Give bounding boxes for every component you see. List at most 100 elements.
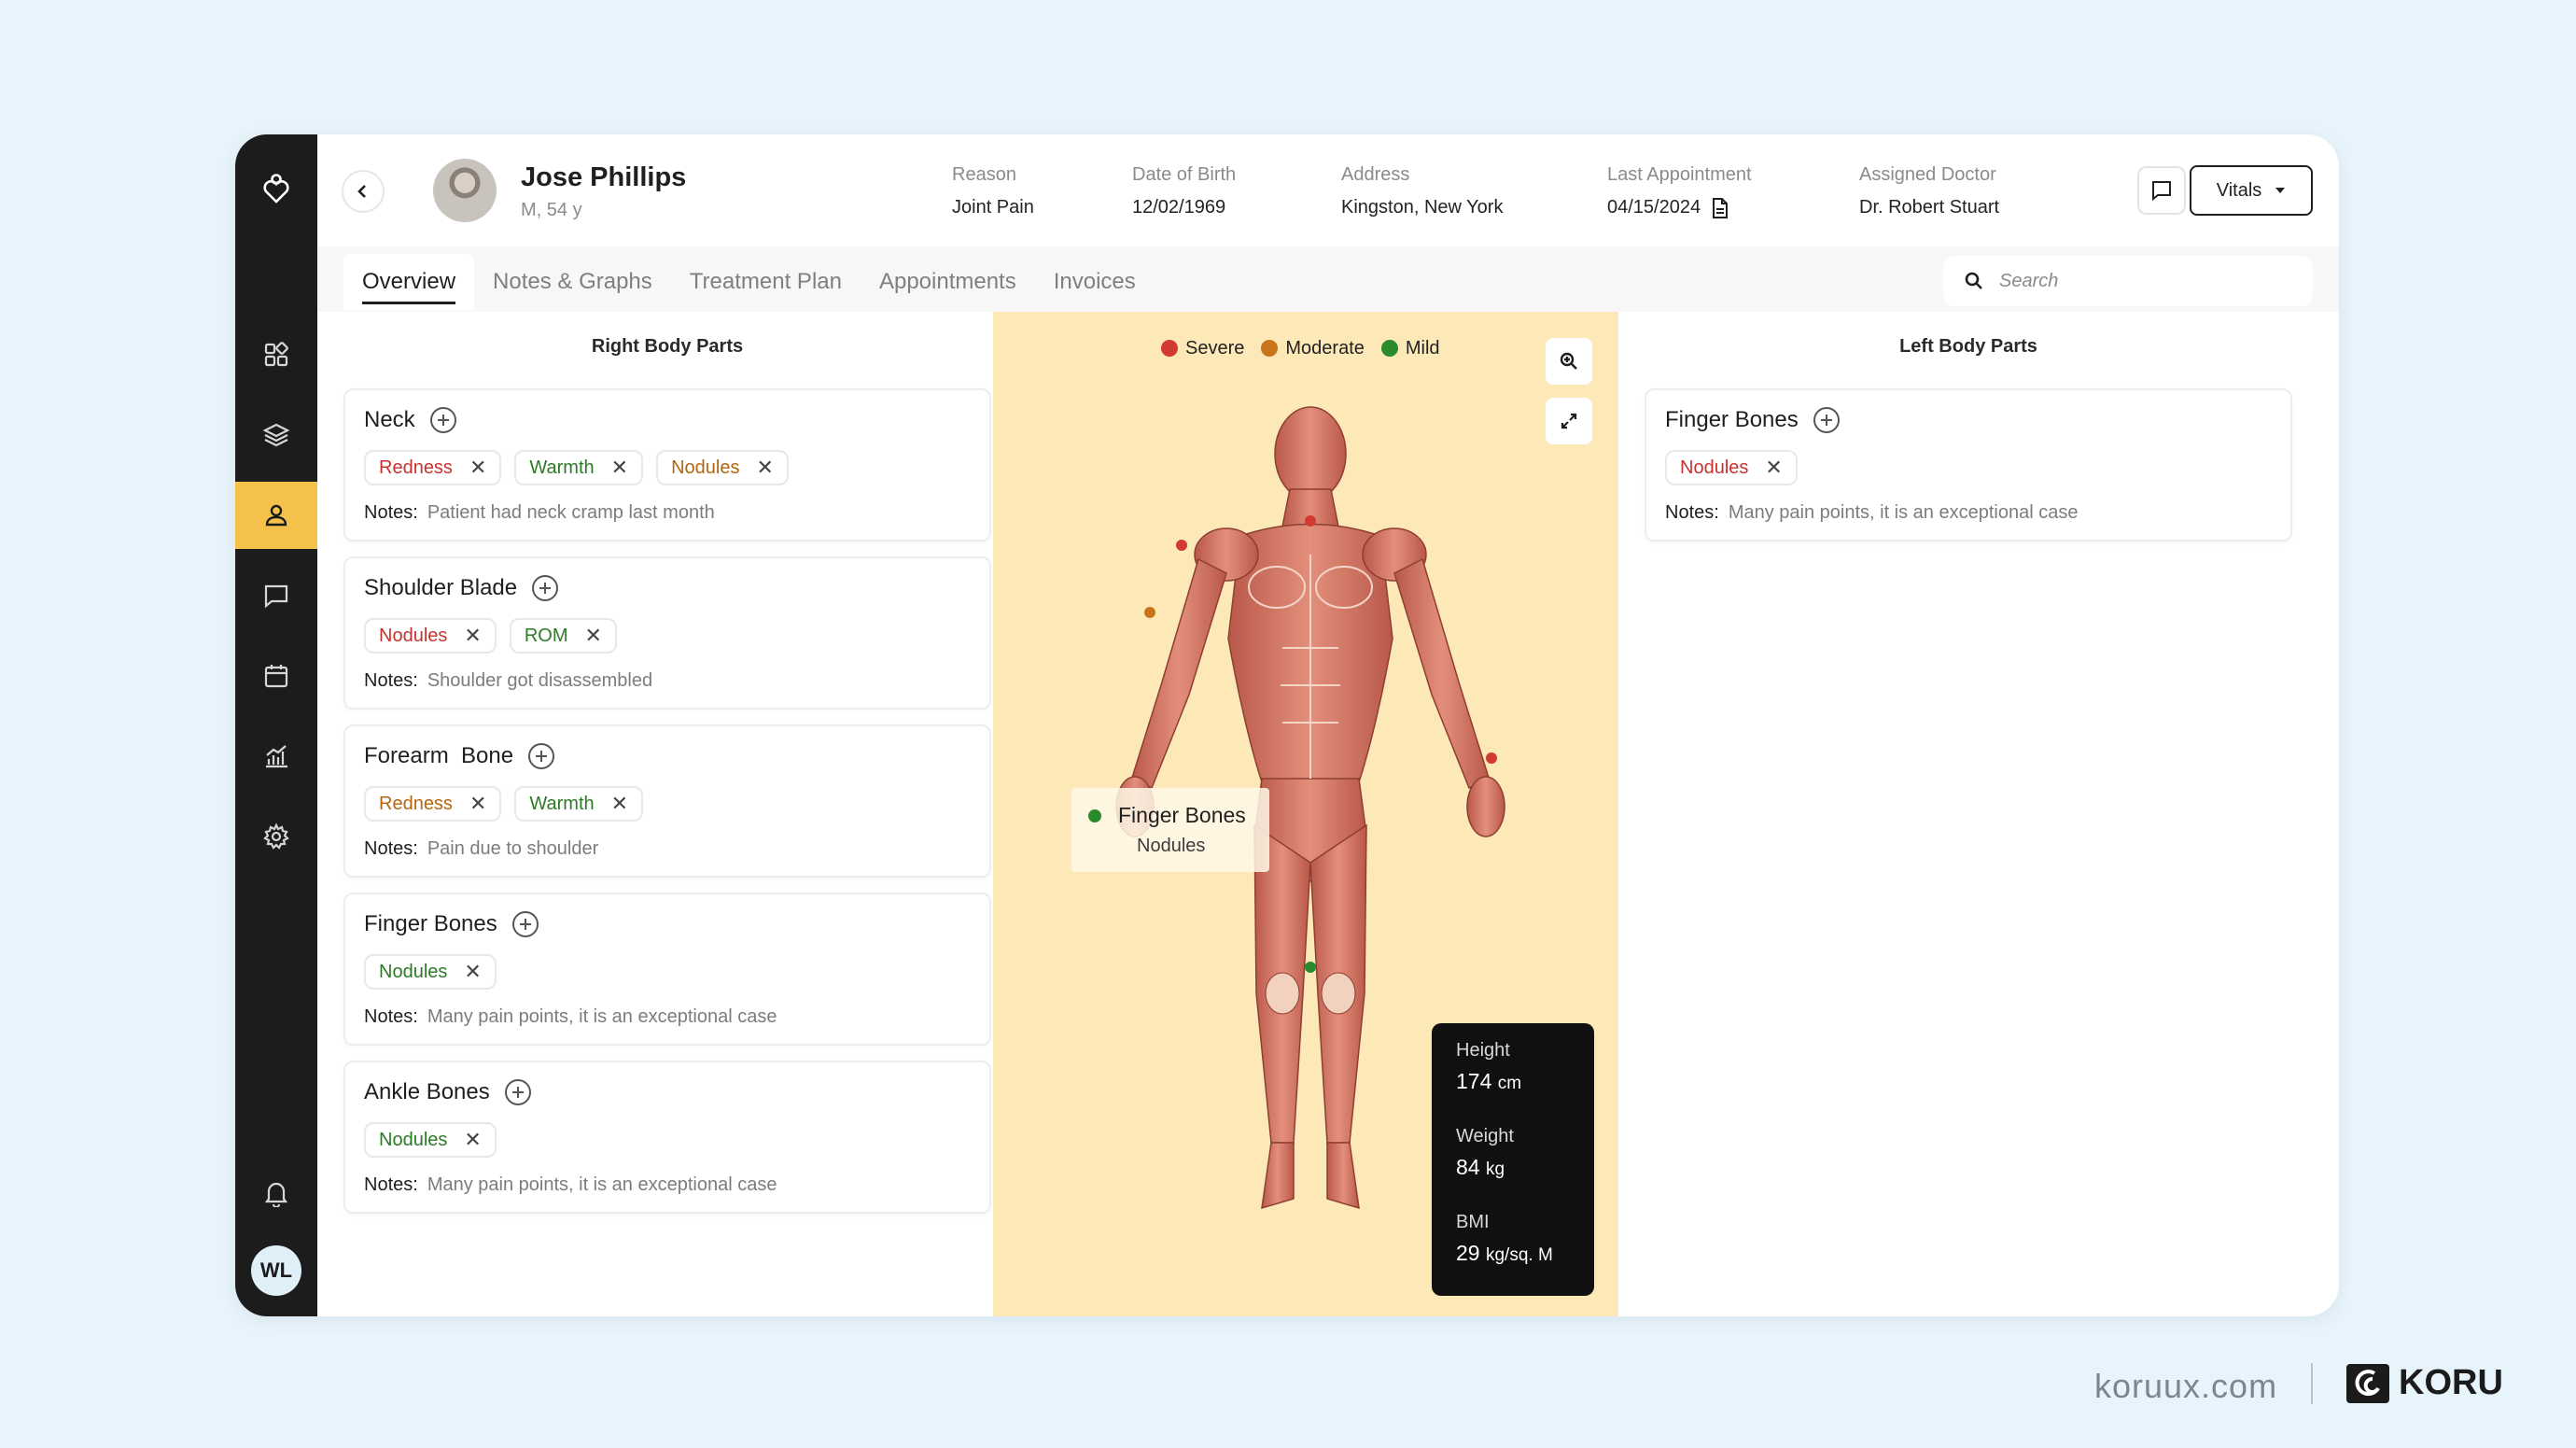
close-icon[interactable]: ✕ bbox=[756, 457, 773, 478]
back-button[interactable] bbox=[342, 170, 385, 213]
chip-label: Warmth bbox=[529, 457, 595, 478]
notes-value: Many pain points, it is an exceptional c… bbox=[1728, 502, 2079, 523]
notes-label: Notes: bbox=[364, 502, 418, 523]
card-title-text: Ankle Bones bbox=[364, 1079, 490, 1104]
body-part-card: Shoulder Blade Nodules ✕ ROM ✕ Notes: Shoul… bbox=[343, 556, 991, 710]
document-icon[interactable] bbox=[1712, 197, 1729, 218]
close-icon[interactable]: ✕ bbox=[469, 794, 486, 814]
pain-point-shoulder[interactable] bbox=[1176, 540, 1187, 551]
height-value: 174 cm bbox=[1456, 1069, 1570, 1094]
tooltip-title-row: Finger Bones bbox=[1088, 803, 1253, 828]
symptom-chip[interactable]: Nodules ✕ bbox=[364, 1122, 497, 1158]
add-icon[interactable] bbox=[528, 743, 555, 769]
add-icon[interactable] bbox=[1813, 407, 1840, 433]
height-label: Height bbox=[1456, 1040, 1510, 1061]
tab-treatment-plan[interactable]: Treatment Plan bbox=[671, 254, 861, 310]
chip-label: ROM bbox=[524, 625, 568, 646]
last-appointment-info: Last Appointment 04/15/2024 bbox=[1607, 164, 1752, 218]
pain-point-neck[interactable] bbox=[1305, 515, 1316, 527]
close-icon[interactable]: ✕ bbox=[464, 962, 481, 982]
chevron-left-icon bbox=[357, 185, 366, 198]
close-icon[interactable]: ✕ bbox=[611, 457, 628, 478]
tooltip-sub: Nodules bbox=[1137, 836, 1206, 856]
mild-dot bbox=[1088, 808, 1101, 822]
message-button[interactable] bbox=[2137, 166, 2186, 215]
chip-label: Nodules bbox=[671, 457, 740, 478]
body-part-tooltip: Finger Bones Nodules bbox=[1071, 788, 1269, 872]
pain-point-ankle[interactable] bbox=[1305, 962, 1316, 973]
symptom-chip[interactable]: ROM ✕ bbox=[509, 618, 617, 654]
notes-value: Shoulder got disassembled bbox=[427, 670, 653, 691]
tab-overview[interactable]: Overview bbox=[343, 254, 475, 310]
patient-name: Jose Phillips bbox=[521, 162, 687, 192]
close-icon[interactable]: ✕ bbox=[585, 626, 602, 646]
user-icon[interactable] bbox=[235, 482, 317, 549]
calendar-icon[interactable] bbox=[235, 642, 317, 710]
symptom-chip[interactable]: Redness ✕ bbox=[364, 450, 502, 485]
search-input[interactable] bbox=[1999, 270, 2279, 292]
card-notes: Notes: Pain due to shoulder bbox=[364, 838, 598, 860]
chip-label: Nodules bbox=[1680, 457, 1749, 478]
symptom-chip[interactable]: Nodules ✕ bbox=[364, 618, 497, 654]
right-body-parts-title: Right Body Parts bbox=[591, 336, 744, 357]
chat-icon[interactable] bbox=[235, 562, 317, 629]
card-notes: Notes: Many pain points, it is an excepti… bbox=[364, 1006, 777, 1028]
body-part-card: Finger Bones Nodules ✕ Notes: Many pain po… bbox=[343, 893, 991, 1046]
card-title: Shoulder Blade bbox=[364, 575, 559, 601]
sidebar: WL bbox=[235, 134, 317, 1316]
tab-notes-graphs[interactable]: Notes & Graphs bbox=[474, 254, 671, 310]
settings-icon[interactable] bbox=[235, 803, 317, 870]
chip-label: Warmth bbox=[529, 793, 595, 814]
close-icon[interactable]: ✕ bbox=[611, 794, 628, 814]
layers-icon[interactable] bbox=[235, 401, 317, 469]
brand-name: KORU bbox=[2399, 1363, 2503, 1402]
notes-label: Notes: bbox=[364, 1006, 418, 1027]
add-icon[interactable] bbox=[429, 407, 456, 433]
search-box bbox=[1943, 256, 2313, 306]
doctor-info: Assigned Doctor Dr. Robert Stuart bbox=[1859, 164, 1999, 218]
chip-label: Nodules bbox=[379, 1129, 448, 1150]
tab-invoices[interactable]: Invoices bbox=[1035, 254, 1155, 310]
symptom-chip[interactable]: Nodules ✕ bbox=[656, 450, 789, 485]
close-icon[interactable]: ✕ bbox=[464, 626, 481, 646]
body-part-card: Finger Bones Nodules ✕ Notes: Many pain po… bbox=[1645, 388, 2292, 541]
bell-icon[interactable] bbox=[235, 1165, 317, 1221]
heart-logo-icon[interactable] bbox=[235, 162, 317, 215]
analytics-icon[interactable] bbox=[235, 723, 317, 790]
legend-label: Moderate bbox=[1285, 338, 1365, 358]
symptom-chips: Redness ✕ Warmth ✕ Nodules ✕ bbox=[364, 450, 789, 485]
moderate-dot bbox=[1261, 340, 1279, 357]
symptom-chip[interactable]: Nodules ✕ bbox=[1665, 450, 1798, 485]
overview-content: Right Body Parts Neck Redness ✕ Warmth ✕ N… bbox=[317, 312, 2339, 1316]
bmi-label: BMI bbox=[1456, 1212, 1490, 1232]
add-icon[interactable] bbox=[532, 575, 559, 601]
weight-number: 84 bbox=[1456, 1155, 1480, 1179]
tab-appointments[interactable]: Appointments bbox=[861, 254, 1035, 310]
add-icon[interactable] bbox=[504, 1079, 531, 1105]
last-appointment-label: Last Appointment bbox=[1607, 164, 1752, 185]
patient-gender-age: M, 54 y bbox=[521, 200, 582, 220]
dashboard-icon[interactable] bbox=[235, 321, 317, 388]
symptom-chips: Redness ✕ Warmth ✕ bbox=[364, 786, 644, 822]
close-icon[interactable]: ✕ bbox=[469, 457, 486, 478]
weight-unit: kg bbox=[1485, 1160, 1505, 1179]
pain-point-left-finger[interactable] bbox=[1486, 752, 1497, 764]
pain-point-forearm[interactable] bbox=[1144, 607, 1155, 618]
symptom-chip[interactable]: Nodules ✕ bbox=[364, 954, 497, 990]
symptom-chip[interactable]: Warmth ✕ bbox=[514, 450, 644, 485]
dob-label: Date of Birth bbox=[1132, 164, 1237, 185]
chip-label: Redness bbox=[379, 793, 453, 814]
notes-value: Pain due to shoulder bbox=[427, 838, 599, 859]
card-title-text: Forearm Bone bbox=[364, 743, 514, 768]
symptom-chip[interactable]: Warmth ✕ bbox=[514, 786, 644, 822]
user-avatar[interactable]: WL bbox=[251, 1245, 301, 1296]
symptom-chip[interactable]: Redness ✕ bbox=[364, 786, 502, 822]
close-icon[interactable]: ✕ bbox=[1765, 457, 1782, 478]
notes-label: Notes: bbox=[364, 838, 418, 859]
footer-site[interactable]: koruux.com bbox=[2094, 1367, 2277, 1406]
vitals-dropdown[interactable]: Vitals bbox=[2190, 165, 2313, 216]
add-icon[interactable] bbox=[511, 911, 539, 937]
card-title: Ankle Bones bbox=[364, 1079, 531, 1105]
zoom-in-button[interactable] bbox=[1546, 338, 1592, 385]
close-icon[interactable]: ✕ bbox=[464, 1130, 481, 1150]
